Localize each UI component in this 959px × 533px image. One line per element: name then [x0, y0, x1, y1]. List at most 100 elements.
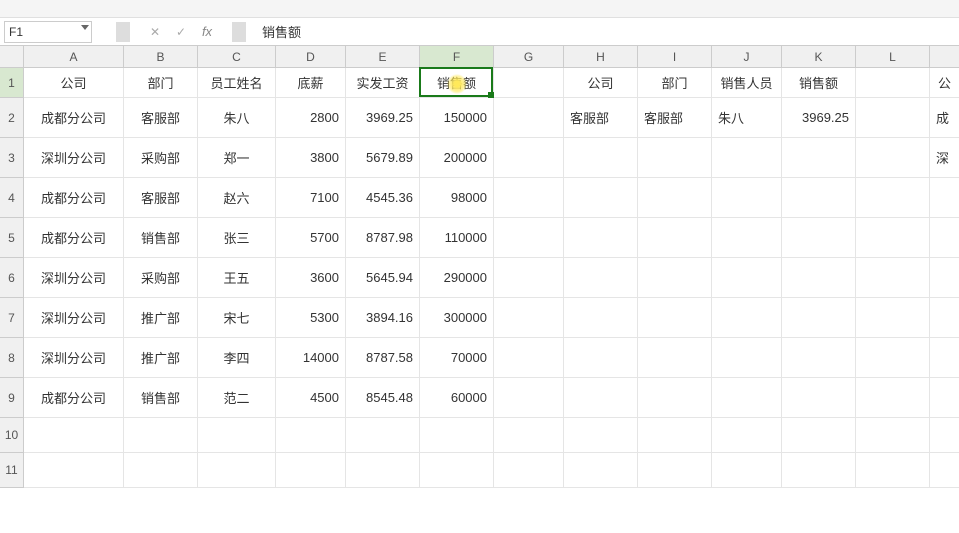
name-box[interactable]: F1: [4, 21, 92, 43]
cell-L3[interactable]: [856, 138, 930, 177]
cell-E9[interactable]: 8545.48: [346, 378, 420, 417]
cell-G4[interactable]: [494, 178, 564, 217]
cell-H9[interactable]: [564, 378, 638, 417]
chevron-down-icon[interactable]: [81, 25, 89, 30]
cell-J9[interactable]: [712, 378, 782, 417]
cell-B6[interactable]: 采购部: [124, 258, 198, 297]
row-header-11[interactable]: 11: [0, 453, 23, 488]
cell-J7[interactable]: [712, 298, 782, 337]
column-header-C[interactable]: C: [198, 46, 276, 67]
row-header-5[interactable]: 5: [0, 218, 23, 258]
cell-H6[interactable]: [564, 258, 638, 297]
cell-H5[interactable]: [564, 218, 638, 257]
cell-G8[interactable]: [494, 338, 564, 377]
cell-B10[interactable]: [124, 418, 198, 452]
cancel-icon[interactable]: ✕: [148, 25, 162, 39]
cell-F7[interactable]: 300000: [420, 298, 494, 337]
cell-I6[interactable]: [638, 258, 712, 297]
cell-A7[interactable]: 深圳分公司: [24, 298, 124, 337]
cell-M3[interactable]: 深: [930, 138, 959, 177]
cell-E4[interactable]: 4545.36: [346, 178, 420, 217]
cell-D2[interactable]: 2800: [276, 98, 346, 137]
cell-F4[interactable]: 98000: [420, 178, 494, 217]
cell-L9[interactable]: [856, 378, 930, 417]
column-header-E[interactable]: E: [346, 46, 420, 67]
cell-K3[interactable]: [782, 138, 856, 177]
cell-F8[interactable]: 70000: [420, 338, 494, 377]
cell-B4[interactable]: 客服部: [124, 178, 198, 217]
cell-C6[interactable]: 王五: [198, 258, 276, 297]
cell-B7[interactable]: 推广部: [124, 298, 198, 337]
cell-A8[interactable]: 深圳分公司: [24, 338, 124, 377]
cell-E7[interactable]: 3894.16: [346, 298, 420, 337]
cell-A6[interactable]: 深圳分公司: [24, 258, 124, 297]
cell-C7[interactable]: 宋七: [198, 298, 276, 337]
cell-F11[interactable]: [420, 453, 494, 487]
cell-G3[interactable]: [494, 138, 564, 177]
cell-E3[interactable]: 5679.89: [346, 138, 420, 177]
cell-L1[interactable]: [856, 68, 930, 97]
cell-D5[interactable]: 5700: [276, 218, 346, 257]
cell-G1[interactable]: [494, 68, 564, 97]
cell-L11[interactable]: [856, 453, 930, 487]
cell-J10[interactable]: [712, 418, 782, 452]
cell-C10[interactable]: [198, 418, 276, 452]
cell-G10[interactable]: [494, 418, 564, 452]
row-header-4[interactable]: 4: [0, 178, 23, 218]
cell-H1[interactable]: 公司: [564, 68, 638, 97]
cell-I4[interactable]: [638, 178, 712, 217]
cell-H2[interactable]: 客服部: [564, 98, 638, 137]
cell-A3[interactable]: 深圳分公司: [24, 138, 124, 177]
cell-C8[interactable]: 李四: [198, 338, 276, 377]
cell-B1[interactable]: 部门: [124, 68, 198, 97]
cell-D11[interactable]: [276, 453, 346, 487]
cell-A1[interactable]: 公司: [24, 68, 124, 97]
cell-D4[interactable]: 7100: [276, 178, 346, 217]
select-all-corner[interactable]: [0, 46, 24, 68]
cell-C11[interactable]: [198, 453, 276, 487]
cell-H8[interactable]: [564, 338, 638, 377]
cell-H11[interactable]: [564, 453, 638, 487]
row-header-9[interactable]: 9: [0, 378, 23, 418]
fx-icon[interactable]: fx: [200, 24, 214, 39]
cell-J11[interactable]: [712, 453, 782, 487]
cell-K11[interactable]: [782, 453, 856, 487]
cell-F3[interactable]: 200000: [420, 138, 494, 177]
cell-C3[interactable]: 郑一: [198, 138, 276, 177]
cell-I1[interactable]: 部门: [638, 68, 712, 97]
cell-G7[interactable]: [494, 298, 564, 337]
cell-E2[interactable]: 3969.25: [346, 98, 420, 137]
column-header-F[interactable]: F: [420, 46, 494, 67]
row-header-7[interactable]: 7: [0, 298, 23, 338]
cell-I2[interactable]: 客服部: [638, 98, 712, 137]
cell-M4[interactable]: [930, 178, 959, 217]
cell-L10[interactable]: [856, 418, 930, 452]
cell-B11[interactable]: [124, 453, 198, 487]
cell-J4[interactable]: [712, 178, 782, 217]
row-header-8[interactable]: 8: [0, 338, 23, 378]
row-header-3[interactable]: 3: [0, 138, 23, 178]
cell-M1[interactable]: 公: [930, 68, 959, 97]
cell-L6[interactable]: [856, 258, 930, 297]
cell-L7[interactable]: [856, 298, 930, 337]
row-header-1[interactable]: 1: [0, 68, 23, 98]
row-header-6[interactable]: 6: [0, 258, 23, 298]
cell-L8[interactable]: [856, 338, 930, 377]
cell-K4[interactable]: [782, 178, 856, 217]
cell-B8[interactable]: 推广部: [124, 338, 198, 377]
column-header-B[interactable]: B: [124, 46, 198, 67]
column-header-K[interactable]: K: [782, 46, 856, 67]
cell-B3[interactable]: 采购部: [124, 138, 198, 177]
cell-J1[interactable]: 销售人员: [712, 68, 782, 97]
confirm-icon[interactable]: ✓: [174, 25, 188, 39]
cell-I7[interactable]: [638, 298, 712, 337]
cell-C9[interactable]: 范二: [198, 378, 276, 417]
cell-A11[interactable]: [24, 453, 124, 487]
cell-E8[interactable]: 8787.58: [346, 338, 420, 377]
cell-M8[interactable]: [930, 338, 959, 377]
cell-K9[interactable]: [782, 378, 856, 417]
cell-C1[interactable]: 员工姓名: [198, 68, 276, 97]
cell-F9[interactable]: 60000: [420, 378, 494, 417]
cell-A4[interactable]: 成都分公司: [24, 178, 124, 217]
cell-M11[interactable]: [930, 453, 959, 487]
